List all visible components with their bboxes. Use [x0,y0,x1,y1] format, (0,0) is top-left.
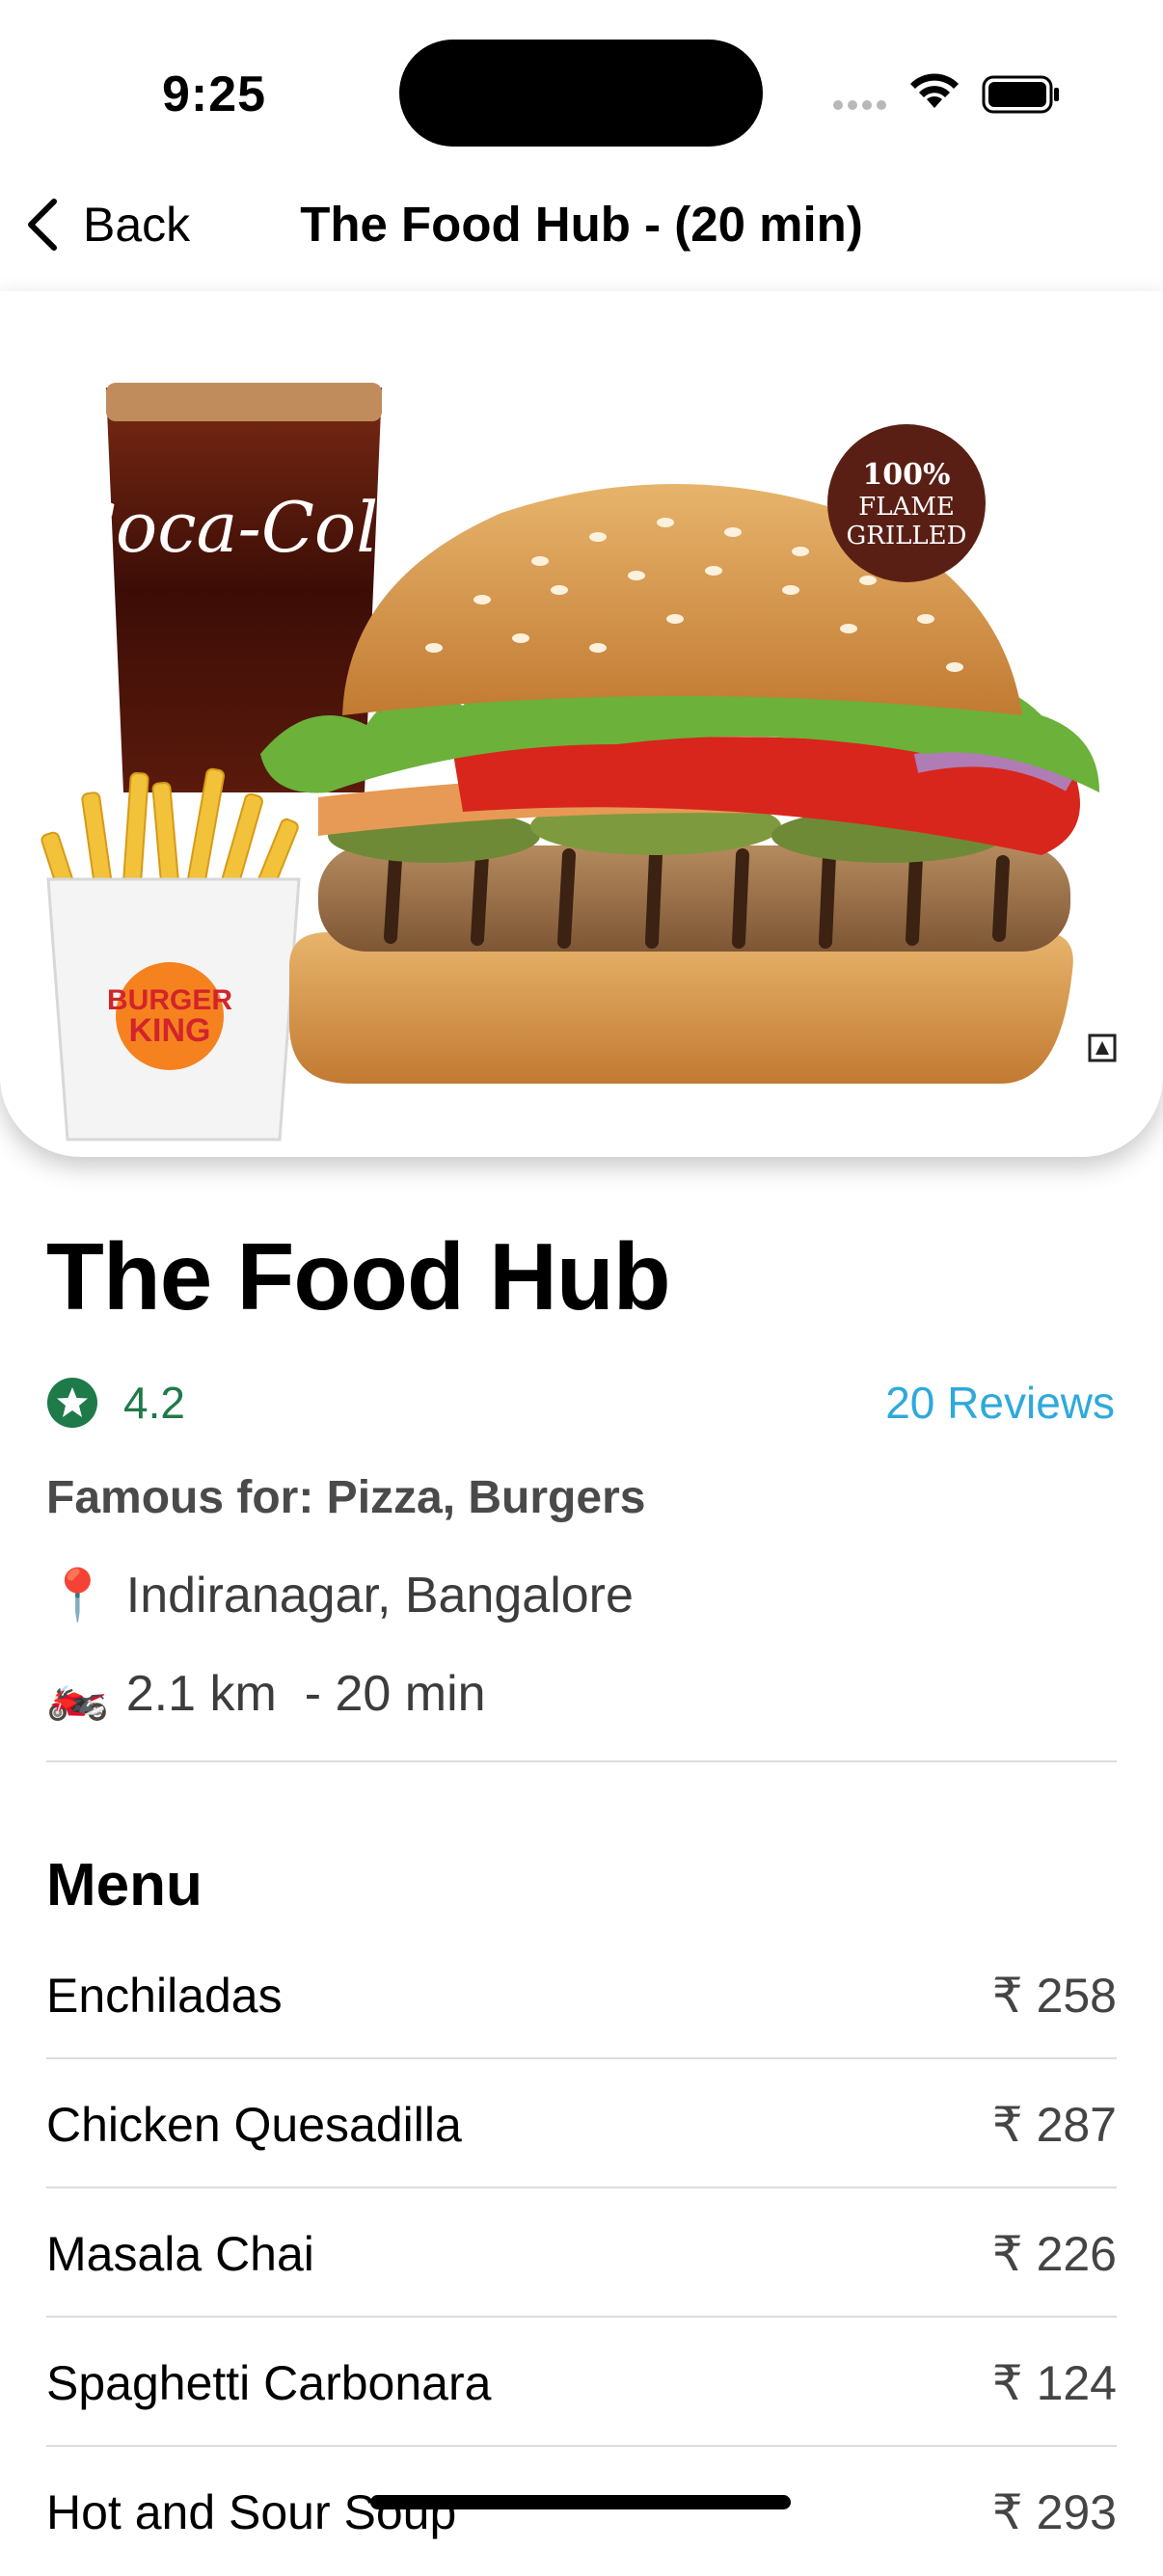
battery-icon [982,75,1059,114]
status-time: 9:25 [162,67,267,122]
menu-divider [46,2057,1117,2059]
restaurant-name: The Food Hub [46,1223,671,1329]
menu-item-name: Masala Chai [46,2227,314,2281]
menu-item-price: ₹ 258 [991,1969,1117,2023]
cola-logo-text: Coca-Cola [63,487,419,568]
back-button[interactable]: Back [23,191,190,258]
menu-item-name: Enchiladas [46,1969,283,2023]
menu-item[interactable]: Hot and Sour Soup ₹ 293 [46,2449,1117,2576]
nav-title: The Food Hub - (20 min) [300,197,863,252]
cellular-signal-icon [833,100,891,112]
menu-item-name: Chicken Quesadilla [46,2098,462,2152]
brand-text-2: KING [129,1012,211,1049]
restaurant-hero-image: Coca-Cola BURGER KING 100% FLAME GRILLED [0,291,1163,1157]
distance-text: 2.1 km - 20 min [125,1665,486,1722]
status-bar: 9:25 [0,0,1163,183]
pin-icon: 📍 [46,1568,109,1623]
menu-item[interactable]: Spaghetti Carbonara ₹ 124 [46,2320,1117,2447]
menu-divider [46,2316,1117,2318]
rating-row: 4.2 [46,1377,185,1429]
info-divider [46,1760,1117,1762]
menu-item[interactable]: Chicken Quesadilla ₹ 287 [46,2061,1117,2188]
rating-value: 4.2 [123,1378,185,1428]
menu-item-price: ₹ 226 [991,2227,1117,2281]
menu-divider [46,2445,1117,2447]
home-indicator[interactable] [370,2495,791,2509]
menu-item-name: Hot and Sour Soup [46,2485,457,2539]
menu-heading: Menu [46,1852,203,1919]
distance-row: 🏍️ 2.1 km - 20 min [46,1664,486,1723]
menu-divider [46,2187,1117,2188]
menu-item-price: ₹ 287 [991,2098,1117,2152]
reviews-link[interactable]: 20 Reviews [885,1377,1115,1429]
back-label: Back [83,198,191,252]
dynamic-island [399,40,763,147]
menu-item-price: ₹ 293 [991,2485,1117,2539]
star-icon [47,1378,97,1428]
menu-item-price: ₹ 124 [991,2356,1117,2410]
location-row: 📍 Indiranagar, Bangalore [46,1566,634,1624]
badge-text-2: FLAME [858,493,955,522]
badge-text-1: 100% [862,458,950,492]
motorcycle-icon: 🏍️ [46,1666,109,1722]
location-text: Indiranagar, Bangalore [125,1567,634,1623]
menu-item-name: Spaghetti Carbonara [46,2356,492,2410]
wifi-icon [910,73,959,108]
chevron-left-icon [28,199,57,251]
menu-item[interactable]: Enchiladas ₹ 258 [46,1932,1117,2059]
menu-item[interactable]: Masala Chai ₹ 226 [46,2190,1117,2318]
famous-for: Famous for: Pizza, Burgers [46,1472,646,1523]
badge-text-3: GRILLED [847,522,967,550]
